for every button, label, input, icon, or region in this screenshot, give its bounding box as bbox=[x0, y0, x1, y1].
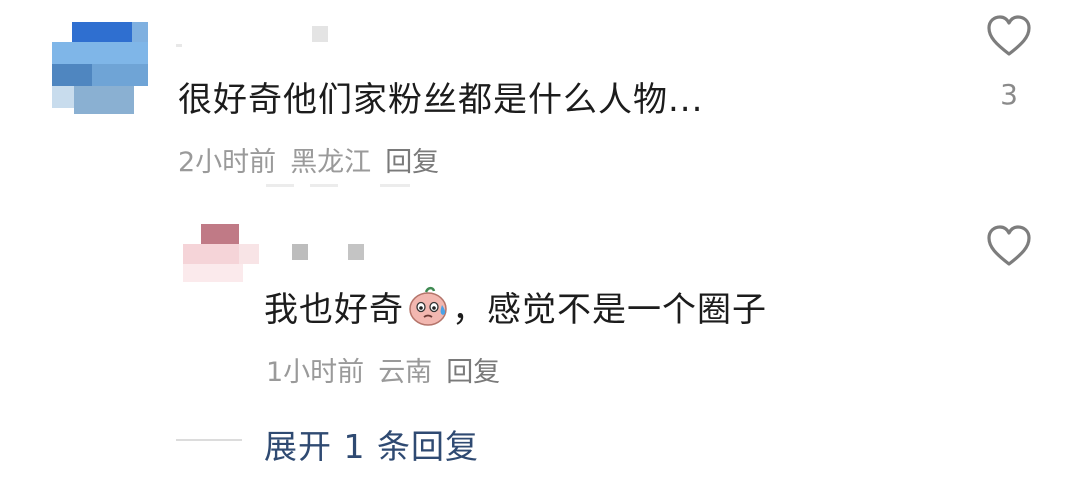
reply-button[interactable]: 回复 bbox=[446, 357, 500, 388]
comment-meta: 1小时前 云南 回复 bbox=[266, 350, 514, 389]
comment-text: 我也好奇 ，感觉不是一个圈子 bbox=[264, 282, 767, 331]
comment-text-part: ，感觉不是一个圈子 bbox=[452, 290, 767, 330]
comment-text: 很好奇他们家粉丝都是什么人物... bbox=[178, 80, 704, 120]
reply-button[interactable]: 回复 bbox=[385, 147, 439, 178]
blur-artifact bbox=[310, 184, 338, 187]
blur-artifact bbox=[266, 184, 294, 187]
comment-location: 云南 bbox=[378, 357, 433, 388]
comment-meta: 2小时前 黑龙江 回复 bbox=[178, 140, 453, 179]
comment-location: 黑龙江 bbox=[290, 147, 372, 178]
username-blurred[interactable] bbox=[176, 22, 336, 48]
username-blurred[interactable] bbox=[290, 242, 380, 262]
expand-divider bbox=[176, 439, 242, 441]
like-heart-icon[interactable] bbox=[986, 224, 1032, 268]
like-count: 3 bbox=[1000, 78, 1018, 111]
comment-text-part: 我也好奇 bbox=[264, 290, 404, 330]
blur-artifact bbox=[380, 184, 410, 187]
comment-time: 1小时前 bbox=[266, 357, 365, 388]
comment-time: 2小时前 bbox=[178, 147, 277, 178]
expand-replies-button[interactable]: 展开 1 条回复 bbox=[264, 420, 479, 468]
avatar[interactable] bbox=[50, 20, 150, 115]
sweating-face-emoji-icon bbox=[409, 286, 447, 326]
like-heart-icon[interactable] bbox=[986, 14, 1032, 58]
avatar[interactable] bbox=[183, 224, 259, 284]
